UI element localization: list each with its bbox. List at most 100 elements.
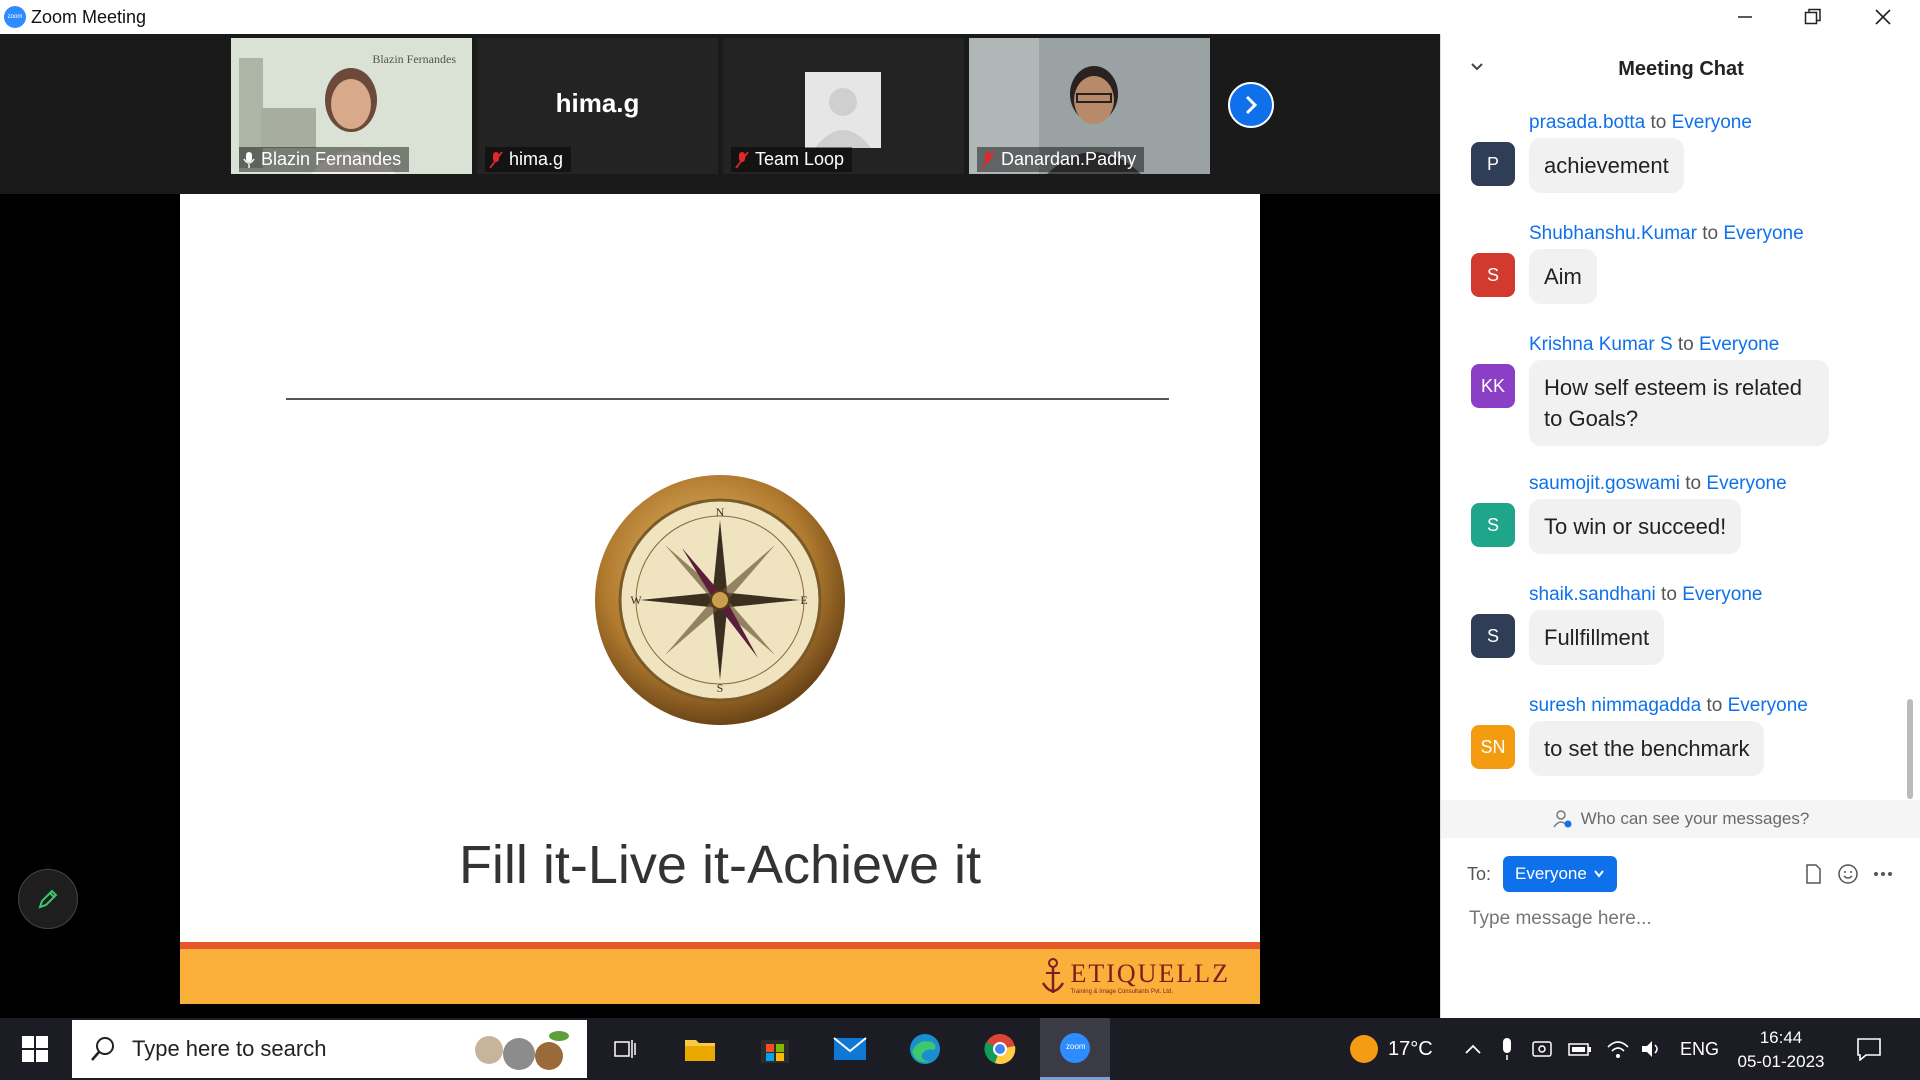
chevron-down-icon	[1594, 870, 1604, 878]
windows-taskbar: Type here to search zoom 17°C ENG 16:44 …	[0, 1018, 1920, 1080]
message-header: Shubhanshu.Kumar to Everyone	[1529, 223, 1804, 244]
avatar: S	[1471, 614, 1515, 658]
mic-muted-icon	[735, 150, 749, 169]
privacy-hint-text: Who can see your messages?	[1580, 809, 1810, 828]
meet-now-icon	[1532, 1041, 1552, 1057]
avatar: KK	[1471, 364, 1515, 408]
store-icon	[761, 1040, 789, 1063]
more-options-button[interactable]	[1871, 862, 1895, 886]
meet-now-button[interactable]	[1531, 1018, 1555, 1080]
recipient-row: To: Everyone	[1441, 854, 1920, 894]
notifications-button[interactable]	[1856, 1018, 1882, 1080]
privacy-hint-button[interactable]: Who can see your messages?	[1441, 800, 1920, 838]
mail-button[interactable]	[815, 1018, 885, 1080]
input-language-button[interactable]: ENG	[1680, 1018, 1719, 1080]
volume-button[interactable]	[1640, 1018, 1664, 1080]
chevron-right-icon	[1245, 95, 1258, 115]
restore-icon	[1804, 8, 1821, 25]
minimize-button[interactable]	[1710, 0, 1780, 34]
sender-name[interactable]: suresh nimmagadda	[1529, 695, 1701, 716]
sun-icon	[1350, 1035, 1378, 1063]
anchor-icon	[1042, 958, 1065, 993]
notification-icon	[1857, 1038, 1881, 1061]
recipient-dropdown[interactable]: Everyone	[1503, 856, 1617, 892]
message-bubble: How self esteem is related to Goals?	[1529, 360, 1829, 446]
brand-name: ETIQUELLZ	[1070, 959, 1230, 988]
sender-name[interactable]: saumojit.goswami	[1529, 473, 1680, 494]
message-header: shaik.sandhani to Everyone	[1529, 584, 1763, 605]
annotate-button[interactable]	[18, 869, 78, 929]
message-bubble: To win or succeed!	[1529, 499, 1742, 554]
recipient-name[interactable]: Everyone	[1682, 584, 1762, 605]
message-input[interactable]	[1467, 902, 1901, 936]
participant-tile[interactable]: Danardan.Padhy	[969, 38, 1210, 174]
wifi-icon	[1607, 1041, 1629, 1058]
chat-scrollbar[interactable]	[1907, 699, 1913, 799]
participant-name-bar: Danardan.Padhy	[977, 147, 1145, 172]
recipient-name[interactable]: Everyone	[1706, 473, 1786, 494]
start-button[interactable]	[0, 1018, 70, 1080]
participant-tile[interactable]: hima.g hima.g	[477, 38, 718, 174]
recipient-name[interactable]: Everyone	[1723, 223, 1803, 244]
slide-footer: ETIQUELLZ Training & Image Consultants P…	[180, 949, 1260, 1004]
clock-time: 16:44	[1759, 1028, 1803, 1047]
slide-stripe	[180, 942, 1260, 949]
participant-tile[interactable]: Blazin Fernandes Blazin Fernandes	[231, 38, 472, 174]
sender-name[interactable]: Krishna Kumar S	[1529, 334, 1673, 355]
participant-name: Blazin Fernandes	[261, 149, 402, 169]
mic-muted-icon	[981, 150, 995, 169]
message-bubble: to set the benchmark	[1529, 721, 1765, 776]
sender-name[interactable]: Shubhanshu.Kumar	[1529, 223, 1697, 244]
zoom-icon-label: zoom	[1066, 1042, 1086, 1051]
mail-icon	[833, 1037, 867, 1060]
restore-button[interactable]	[1778, 0, 1848, 34]
recipient-name[interactable]: Everyone	[1699, 334, 1779, 355]
task-view-button[interactable]	[590, 1018, 660, 1080]
mic-muted-icon	[489, 150, 503, 169]
sender-name[interactable]: shaik.sandhani	[1529, 584, 1656, 605]
file-button[interactable]	[1801, 862, 1825, 886]
file-explorer-button[interactable]	[665, 1018, 735, 1080]
recipient-name[interactable]: Everyone	[1728, 695, 1808, 716]
participant-tile[interactable]: Team Loop	[723, 38, 964, 174]
speaker-icon	[1642, 1041, 1658, 1057]
participant-display-name: hima.g	[555, 88, 640, 118]
chrome-icon	[984, 1034, 1016, 1064]
avatar: S	[1471, 253, 1515, 297]
chrome-button[interactable]	[965, 1018, 1035, 1080]
next-participants-button[interactable]	[1228, 82, 1274, 128]
slide-divider	[286, 398, 1169, 400]
sender-name[interactable]: prasada.botta	[1529, 112, 1645, 133]
compass-image: N E S W	[595, 475, 845, 725]
avatar: P	[1471, 142, 1515, 186]
microphone-tray-button[interactable]	[1500, 1018, 1514, 1080]
meeting-chat-panel: Meeting Chat prasada.botta to Everyone P…	[1440, 34, 1920, 1018]
file-icon	[1806, 864, 1821, 884]
svg-text:W: W	[630, 593, 642, 607]
message-header: Krishna Kumar S to Everyone	[1529, 334, 1780, 355]
chat-header: Meeting Chat	[1441, 34, 1920, 102]
minimize-icon	[1738, 16, 1752, 18]
participant-name: Team Loop	[755, 149, 845, 169]
svg-text:N: N	[716, 505, 725, 519]
weather-widget[interactable]: 17°C	[1348, 1018, 1433, 1080]
chevron-up-icon	[1465, 1044, 1481, 1054]
emoji-button[interactable]	[1836, 862, 1860, 886]
taskbar-search-box[interactable]: Type here to search	[72, 1020, 587, 1078]
search-icon	[91, 1037, 114, 1061]
close-icon	[1875, 9, 1891, 25]
chat-title: Meeting Chat	[1618, 58, 1744, 80]
participant-name: Danardan.Padhy	[1001, 149, 1137, 169]
battery-button[interactable]	[1568, 1018, 1592, 1080]
edge-button[interactable]	[890, 1018, 960, 1080]
close-button[interactable]	[1848, 0, 1918, 34]
recipient-name[interactable]: Everyone	[1672, 112, 1752, 133]
message-header: saumojit.goswami to Everyone	[1529, 473, 1787, 494]
battery-icon	[1568, 1043, 1591, 1056]
recipient-selected: Everyone	[1515, 864, 1587, 883]
taskbar-clock[interactable]: 16:44 05-01-2023	[1735, 1026, 1827, 1074]
zoom-taskbar-button[interactable]: zoom	[1040, 1018, 1110, 1080]
show-hidden-icons-button[interactable]	[1464, 1018, 1482, 1080]
microsoft-store-button[interactable]	[740, 1018, 810, 1080]
wifi-button[interactable]	[1606, 1018, 1630, 1080]
